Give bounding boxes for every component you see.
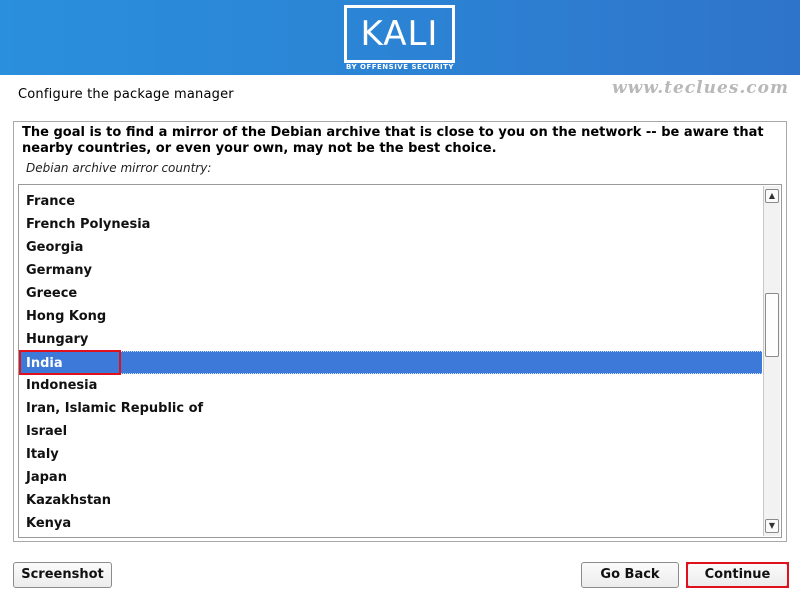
kali-logo: KALI [344, 5, 455, 63]
list-item-selected[interactable]: India [20, 351, 762, 374]
description-text: The goal is to find a mirror of the Debi… [22, 125, 764, 156]
watermark: www.teclues.com [612, 78, 789, 98]
logo-text: KALI [360, 14, 439, 54]
kali-banner: KALI BY OFFENSIVE SECURITY [0, 0, 800, 75]
mirror-country-label: Debian archive mirror country: [26, 161, 212, 175]
list-item[interactable]: Iran, Islamic Republic of [20, 397, 762, 420]
list-item[interactable]: Japan [20, 466, 762, 489]
go-back-button[interactable]: Go Back [581, 562, 679, 588]
list-item[interactable]: France [20, 190, 762, 213]
page-title: Configure the package manager [18, 87, 234, 102]
list-item[interactable]: Kenya [20, 512, 762, 535]
list-item[interactable]: Indonesia [20, 374, 762, 397]
list-item[interactable]: French Polynesia [20, 213, 762, 236]
country-list[interactable]: France French Polynesia Georgia Germany … [18, 184, 782, 538]
list-item[interactable]: Hong Kong [20, 305, 762, 328]
list-item[interactable]: Georgia [20, 236, 762, 259]
logo-subtitle: BY OFFENSIVE SECURITY [346, 63, 454, 71]
selection-annotation-box [19, 350, 121, 375]
scroll-thumb[interactable] [765, 293, 779, 357]
list-item[interactable]: Israel [20, 420, 762, 443]
scroll-up-icon[interactable]: ▲ [765, 189, 779, 203]
list-item[interactable]: Kazakhstan [20, 489, 762, 512]
scroll-down-icon[interactable]: ▼ [765, 519, 779, 533]
continue-annotation-box [686, 562, 789, 588]
vertical-scrollbar[interactable]: ▲ ▼ [763, 186, 780, 536]
list-item[interactable]: Italy [20, 443, 762, 466]
list-item[interactable]: Hungary [20, 328, 762, 351]
screenshot-button[interactable]: Screenshot [13, 562, 112, 588]
list-item[interactable]: Greece [20, 282, 762, 305]
list-item[interactable]: Germany [20, 259, 762, 282]
